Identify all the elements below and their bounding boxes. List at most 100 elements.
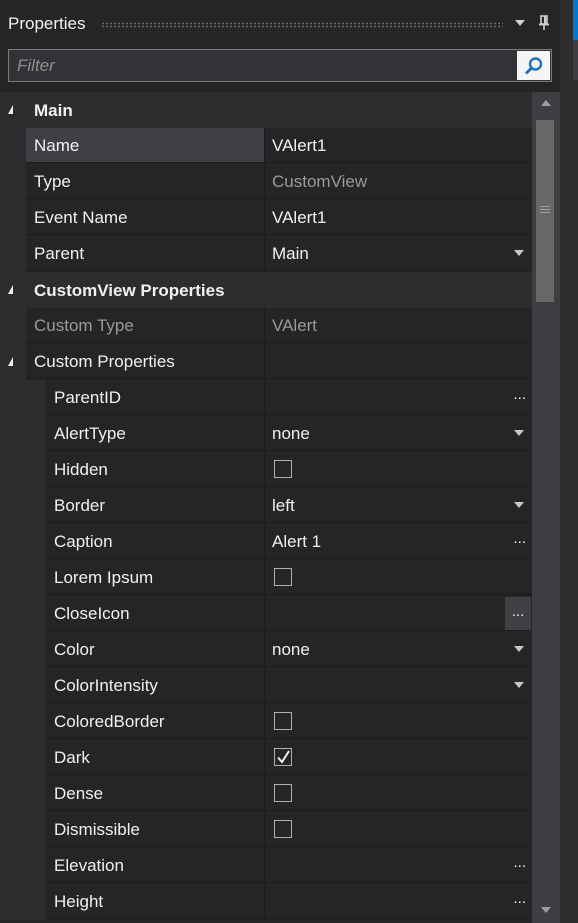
property-value-elevation[interactable]: ...	[264, 848, 532, 883]
property-row-event-name[interactable]: Event Name VAlert1	[0, 200, 532, 236]
property-name: Height	[46, 884, 264, 919]
search-button[interactable]	[517, 51, 550, 80]
row-indent	[26, 740, 46, 776]
property-value-border-select[interactable]: left	[264, 488, 532, 523]
row-gutter	[0, 776, 26, 812]
property-row-name[interactable]: Name VAlert1	[0, 128, 532, 164]
property-row-parent[interactable]: Parent Main	[0, 236, 532, 272]
select-value: left	[272, 496, 295, 515]
property-value-height[interactable]: ...	[264, 884, 532, 919]
expand-triangle-icon[interactable]	[8, 285, 13, 294]
property-row-color[interactable]: Color none	[0, 632, 532, 668]
row-indent	[26, 452, 46, 488]
properties-panel: Properties Main	[0, 0, 560, 923]
select-value: none	[272, 424, 310, 443]
property-name: Hidden	[46, 452, 264, 487]
panel-title: Properties	[8, 14, 86, 33]
property-row-lorem-ipsum[interactable]: Lorem Ipsum	[0, 560, 532, 596]
row-gutter	[0, 884, 26, 920]
property-grid: Main Name VAlert1 Type CustomView Event …	[0, 92, 532, 923]
row-indent	[26, 560, 46, 596]
dropdown-arrow-icon[interactable]	[514, 430, 524, 436]
property-value-name[interactable]: VAlert1	[264, 128, 532, 163]
property-row-dismissible[interactable]: Dismissible	[0, 812, 532, 848]
coloredborder-checkbox[interactable]	[274, 712, 292, 730]
dropdown-arrow-icon[interactable]	[514, 250, 524, 256]
property-name: Custom Type	[26, 308, 264, 343]
filter-box	[8, 49, 552, 82]
adjacent-window-edge	[560, 0, 578, 923]
row-gutter	[0, 380, 26, 416]
property-row-parentid[interactable]: ParentID ...	[0, 380, 532, 416]
property-row-type[interactable]: Type CustomView	[0, 164, 532, 200]
row-gutter	[0, 812, 26, 848]
property-row-alerttype[interactable]: AlertType none	[0, 416, 532, 452]
row-gutter	[0, 848, 26, 884]
property-value-caption[interactable]: Alert 1 ...	[264, 524, 532, 559]
auto-hide-pin-button[interactable]	[535, 12, 553, 34]
ellipsis-button[interactable]: ...	[513, 524, 526, 554]
property-value-colorintensity-select[interactable]	[264, 668, 532, 703]
category-customview-properties[interactable]: CustomView Properties	[0, 272, 532, 308]
filter-input[interactable]	[9, 50, 515, 81]
title-bar-grip[interactable]	[101, 22, 503, 28]
hidden-checkbox[interactable]	[274, 460, 292, 478]
row-gutter	[0, 308, 26, 344]
property-value-type: CustomView	[264, 164, 532, 199]
property-value-alerttype-select[interactable]: none	[264, 416, 532, 451]
property-row-custom-properties[interactable]: Custom Properties	[0, 344, 532, 380]
row-indent	[26, 884, 46, 920]
property-value-parent-select[interactable]: Main	[264, 236, 532, 271]
row-gutter	[0, 128, 26, 164]
dropdown-arrow-icon[interactable]	[514, 682, 524, 688]
category-main[interactable]: Main	[0, 92, 532, 128]
property-row-border[interactable]: Border left	[0, 488, 532, 524]
property-row-height[interactable]: Height ...	[0, 884, 532, 920]
vertical-scrollbar[interactable]	[532, 92, 560, 923]
property-name: Dark	[46, 740, 264, 775]
ellipsis-button[interactable]: ...	[513, 380, 526, 410]
row-gutter	[0, 524, 26, 560]
property-name: AlertType	[46, 416, 264, 451]
dense-checkbox[interactable]	[274, 784, 292, 802]
dismissible-checkbox[interactable]	[274, 820, 292, 838]
property-row-dark[interactable]: Dark	[0, 740, 532, 776]
row-indent	[26, 488, 46, 524]
property-name: ColoredBorder	[46, 704, 264, 739]
property-row-colorintensity[interactable]: ColorIntensity	[0, 668, 532, 704]
property-value-closeicon[interactable]: ...	[264, 596, 532, 631]
thumb-grip-icon	[540, 206, 550, 213]
property-row-elevation[interactable]: Elevation ...	[0, 848, 532, 884]
property-value-dismissible	[264, 812, 532, 847]
expand-triangle-icon[interactable]	[8, 357, 13, 366]
lorem-ipsum-checkbox[interactable]	[274, 568, 292, 586]
property-row-custom-type[interactable]: Custom Type VAlert	[0, 308, 532, 344]
property-value-color-select[interactable]: none	[264, 632, 532, 667]
property-row-dense[interactable]: Dense	[0, 776, 532, 812]
ellipsis-button[interactable]: ...	[513, 884, 526, 914]
row-gutter	[0, 164, 26, 200]
property-row-coloredborder[interactable]: ColoredBorder	[0, 704, 532, 740]
accent-strip	[573, 0, 578, 40]
scroll-up-arrow-icon[interactable]	[541, 100, 551, 106]
property-value-parentid[interactable]: ...	[264, 380, 532, 415]
property-row-hidden[interactable]: Hidden	[0, 452, 532, 488]
row-gutter	[0, 452, 26, 488]
scroll-down-arrow-icon[interactable]	[541, 907, 551, 913]
row-gutter	[0, 236, 26, 272]
ellipsis-button[interactable]: ...	[505, 597, 531, 630]
dark-checkbox[interactable]	[274, 748, 292, 766]
property-row-closeicon[interactable]: CloseIcon ...	[0, 596, 532, 632]
dropdown-arrow-icon[interactable]	[514, 502, 524, 508]
window-position-dropdown-button[interactable]	[511, 12, 529, 34]
dropdown-arrow-icon[interactable]	[514, 646, 524, 652]
property-row-caption[interactable]: Caption Alert 1 ...	[0, 524, 532, 560]
property-name: Name	[26, 128, 264, 163]
pin-icon	[539, 15, 549, 30]
row-gutter	[0, 416, 26, 452]
scrollbar-thumb[interactable]	[536, 120, 554, 302]
property-value-dark	[264, 740, 532, 775]
expand-triangle-icon[interactable]	[8, 105, 13, 114]
property-value-event-name[interactable]: VAlert1	[264, 200, 532, 235]
ellipsis-button[interactable]: ...	[513, 848, 526, 878]
